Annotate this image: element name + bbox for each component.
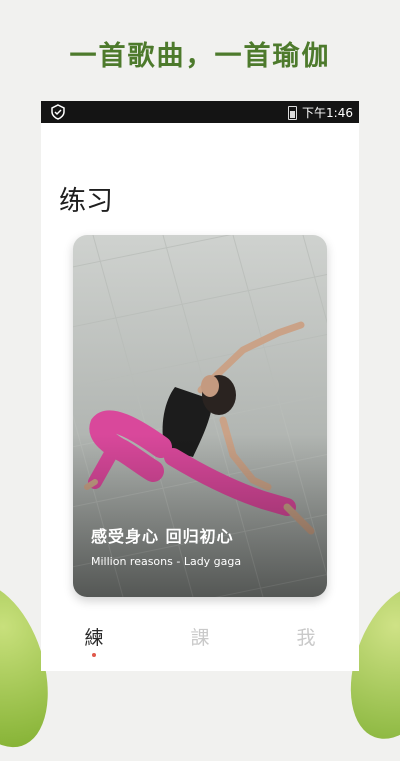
tab-courses[interactable]: 課 — [160, 623, 240, 650]
battery-icon — [288, 105, 298, 120]
card-subtitle: Million reasons - Lady gaga — [91, 555, 242, 568]
phone-screen: 下午1:46 练习 感受身心 回归初心 Million reasons - La… — [41, 101, 359, 671]
status-bar: 下午1:46 — [41, 101, 359, 123]
shield-check-icon — [51, 104, 65, 120]
page-heading: 练习 — [59, 186, 113, 217]
status-time: 下午1:46 — [302, 106, 353, 120]
tab-me-label: 我 — [296, 627, 316, 649]
tab-me[interactable]: 我 — [266, 623, 346, 650]
tab-courses-label: 課 — [190, 627, 210, 649]
practice-card[interactable]: 感受身心 回归初心 Million reasons - Lady gaga — [73, 235, 327, 597]
active-tab-indicator — [92, 653, 96, 657]
status-right-group: 下午1:46 — [288, 104, 353, 121]
tab-practice-label: 練 — [84, 627, 104, 649]
bottom-tab-bar: 練 課 我 — [41, 623, 359, 669]
promo-title: 一首歌曲，一首瑜伽 — [69, 41, 331, 72]
card-title: 感受身心 回归初心 — [91, 527, 234, 546]
tab-practice[interactable]: 練 — [54, 623, 134, 657]
